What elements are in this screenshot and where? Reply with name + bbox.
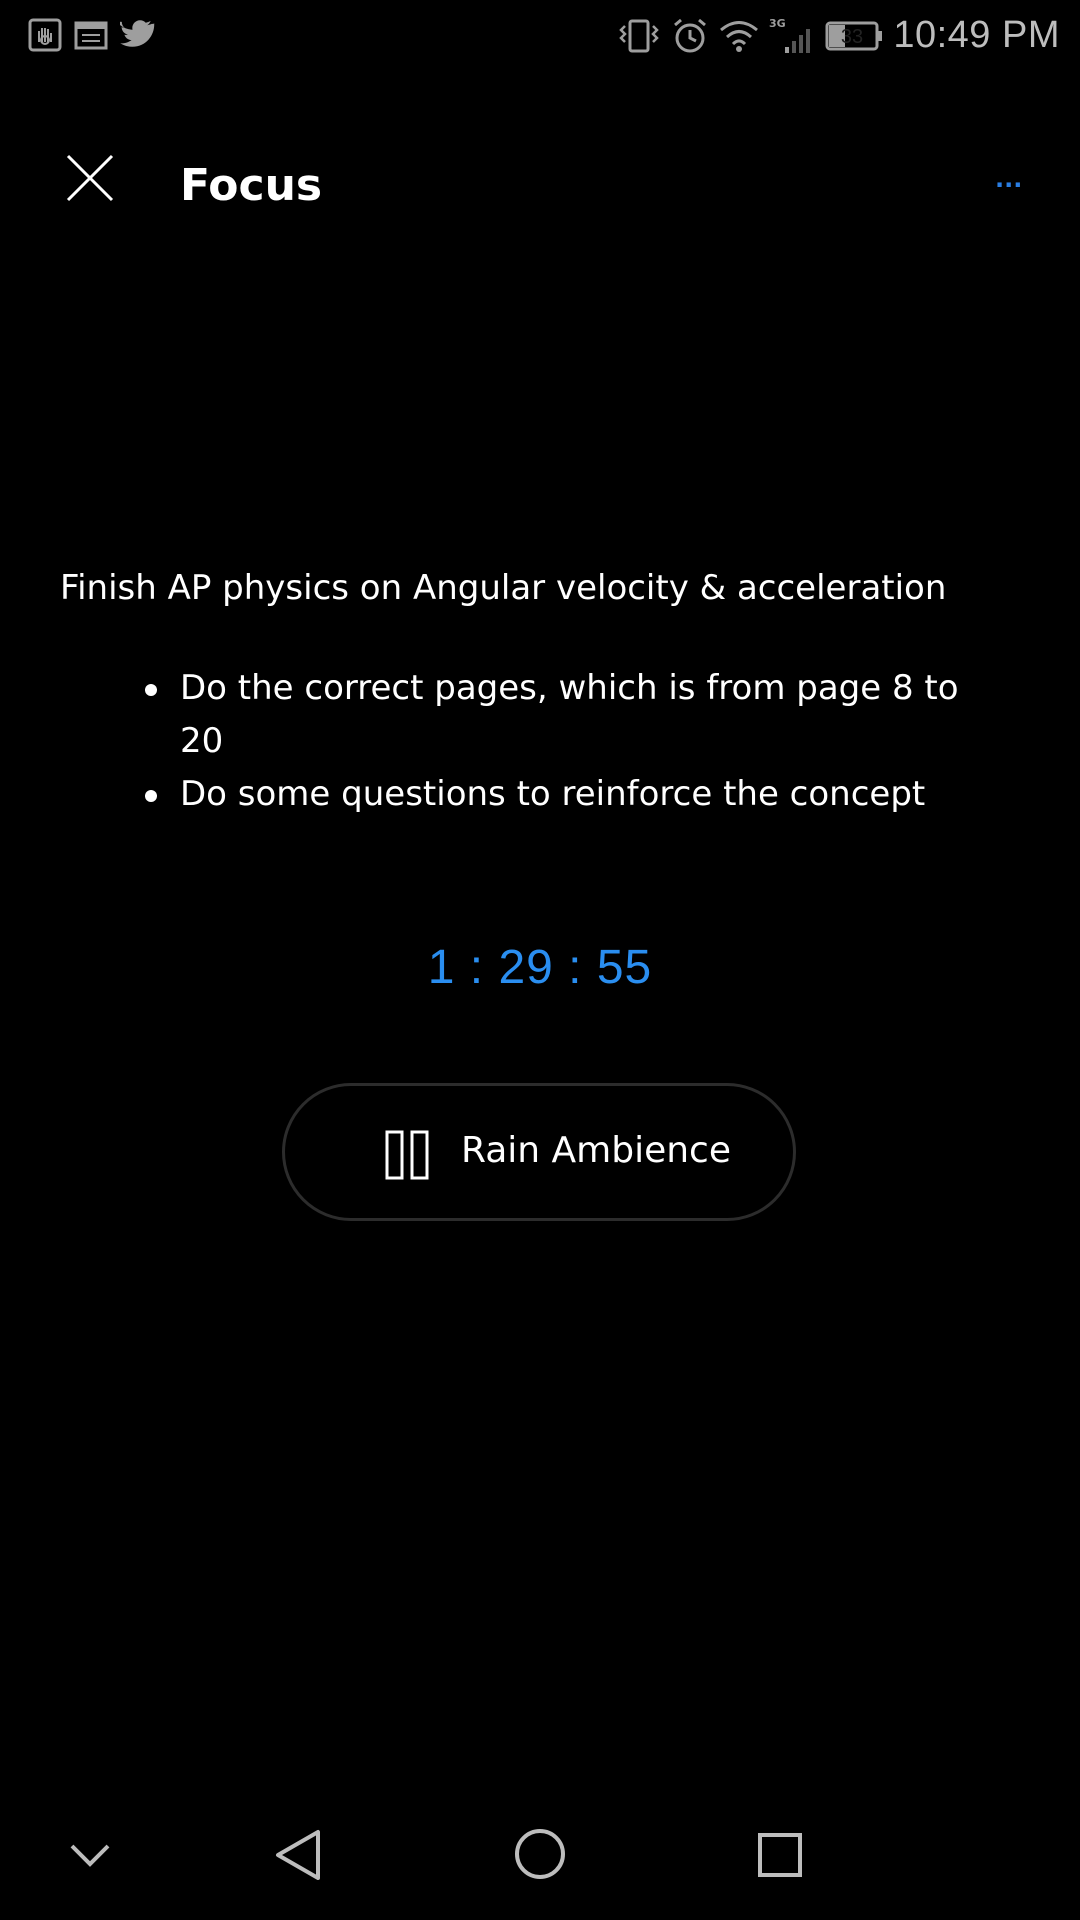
back-icon[interactable] bbox=[274, 1828, 324, 1886]
twitter-icon bbox=[120, 20, 156, 50]
hand-app-icon bbox=[28, 18, 62, 52]
ambience-label: Rain Ambience bbox=[461, 1130, 731, 1171]
close-button[interactable] bbox=[62, 150, 118, 206]
status-time: 10:49 PM bbox=[893, 14, 1060, 56]
calendar-icon bbox=[74, 20, 108, 50]
list-item: Do the correct pages, which is from page… bbox=[145, 662, 1010, 768]
battery-icon: 33 bbox=[825, 20, 883, 52]
more-options-button[interactable]: ··· bbox=[995, 170, 1025, 200]
recents-icon[interactable] bbox=[757, 1832, 803, 1882]
close-icon bbox=[62, 154, 118, 210]
home-icon[interactable] bbox=[513, 1827, 567, 1885]
list-item-text: Do some questions to reinforce the conce… bbox=[180, 774, 926, 814]
chevron-down-icon[interactable] bbox=[68, 1840, 112, 1874]
wifi-icon bbox=[719, 19, 759, 53]
status-bar-right: 3G 33 10:49 PM bbox=[617, 14, 1060, 57]
page-title: Focus bbox=[180, 160, 323, 211]
svg-text:3G: 3G bbox=[769, 17, 786, 30]
list-item-text: Do the correct pages, which is from page… bbox=[180, 668, 959, 761]
task-title: Finish AP physics on Angular velocity & … bbox=[60, 568, 947, 608]
svg-text:33: 33 bbox=[841, 26, 863, 48]
focus-timer: 1 : 29 : 55 bbox=[427, 941, 653, 994]
status-bar: 3G 33 10:49 PM bbox=[0, 0, 1080, 72]
list-item: Do some questions to reinforce the conce… bbox=[145, 768, 1010, 821]
bullet-icon bbox=[145, 790, 157, 802]
vibrate-icon bbox=[617, 18, 661, 54]
task-checklist: Do the correct pages, which is from page… bbox=[145, 662, 1010, 821]
ambience-toggle-button[interactable]: Rain Ambience bbox=[282, 1083, 796, 1221]
alarm-icon bbox=[671, 17, 709, 55]
signal-icon: 3G bbox=[769, 17, 815, 55]
bullet-icon bbox=[145, 684, 157, 696]
navigation-bar bbox=[0, 1800, 1080, 1920]
pause-icon bbox=[385, 1130, 429, 1180]
status-bar-left bbox=[28, 18, 156, 52]
